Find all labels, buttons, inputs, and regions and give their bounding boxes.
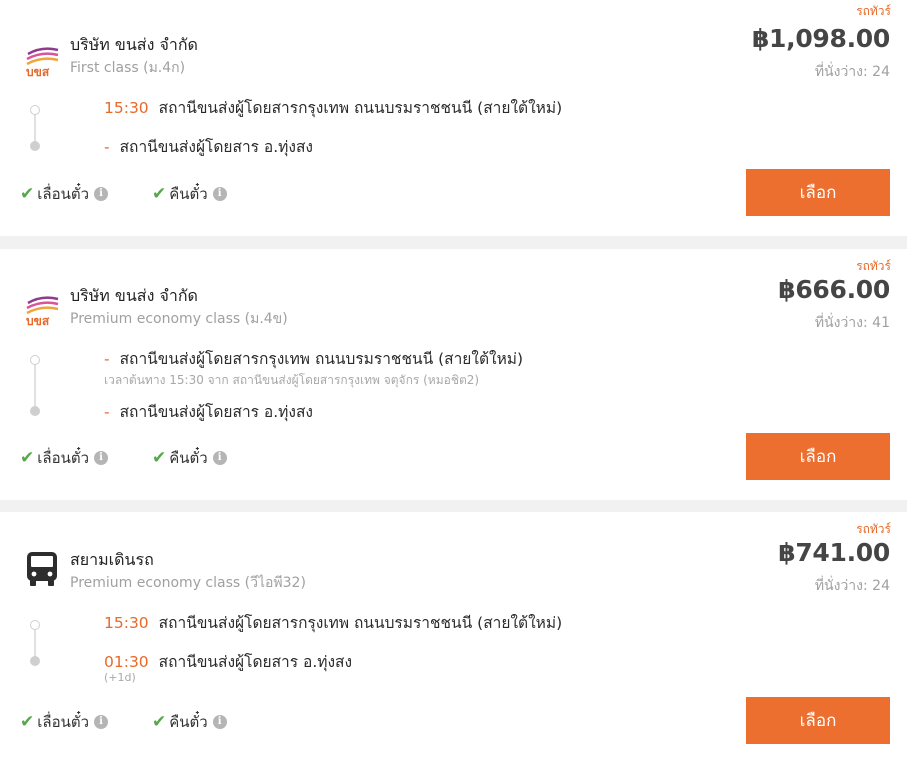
trip-card[interactable]: รถทัวร์ บขส บริษัท ขนส่ง จำกัด Premium e… (0, 249, 907, 500)
arrival-station: สถานีขนส่งผู้โดยสาร อ.ทุ่งสง (158, 653, 353, 671)
svg-text:บขส: บขส (26, 65, 50, 79)
info-icon[interactable]: i (212, 715, 227, 729)
feature-label: คืนตั๋ว (169, 449, 208, 467)
bus-icon (24, 550, 60, 588)
departure-station: สถานีขนส่งผู้โดยสารกรุงเทพ ถนนบรมราชชนนี… (158, 99, 563, 117)
trip-list: รถทัวร์ บขส บริษัท ขนส่ง จำกัด First cla… (0, 0, 907, 761)
seats-available: ที่นั่งว่าง: 41 (814, 315, 890, 331)
destination-dot (30, 406, 40, 416)
origin-dot (30, 355, 40, 365)
arrival-row: - สถานีขนส่งผู้โดยสาร อ.ทุ่งสง (104, 134, 313, 159)
seats-available: ที่นั่งว่าง: 24 (814, 578, 890, 594)
next-day-note: (+1d) (104, 671, 136, 684)
origin-dot (30, 620, 40, 630)
feature-reschedule: ✔ เลื่อนตั๋ว i (20, 446, 108, 470)
feature-refund: ✔ คืนตั๋ว i (152, 710, 227, 734)
route-line (34, 626, 36, 660)
info-icon[interactable]: i (94, 451, 108, 465)
info-icon[interactable]: i (212, 187, 227, 201)
info-icon[interactable]: i (94, 187, 108, 201)
bus-type-label: รถทัวร์ (856, 259, 891, 273)
feature-label: เลื่อนตั๋ว (37, 713, 89, 731)
price: ฿741.00 (778, 538, 890, 567)
arrival-station: สถานีขนส่งผู้โดยสาร อ.ทุ่งสง (119, 138, 313, 156)
departure-station: สถานีขนส่งผู้โดยสารกรุงเทพ ถนนบรมราชชนนี… (158, 614, 563, 632)
company-name: บริษัท ขนส่ง จำกัด (70, 35, 198, 54)
departure-origin-note: เวลาต้นทาง 15:30 จาก สถานีขนส่งผู้โดยสาร… (104, 373, 480, 387)
departure-row: 15:30 สถานีขนส่งผู้โดยสารกรุงเทพ ถนนบรมรา… (104, 610, 562, 635)
bus-type-label: รถทัวร์ (856, 522, 891, 536)
bks-logo: บขส (22, 40, 62, 80)
arrival-station: สถานีขนส่งผู้โดยสาร อ.ทุ่งสง (119, 403, 313, 421)
feature-label: เลื่อนตั๋ว (37, 185, 89, 203)
feature-label: คืนตั๋ว (169, 185, 208, 203)
class-name: First class (ม.4ก) (70, 60, 186, 76)
check-icon: ✔ (20, 448, 35, 468)
destination-dot (30, 141, 40, 151)
price: ฿1,098.00 (751, 24, 890, 53)
destination-dot (30, 656, 40, 666)
check-icon: ✔ (152, 448, 167, 468)
check-icon: ✔ (152, 712, 167, 732)
feature-label: เลื่อนตั๋ว (37, 449, 89, 467)
check-icon: ✔ (152, 184, 167, 204)
check-icon: ✔ (20, 712, 35, 732)
trip-card[interactable]: รถทัวร์ สยามเดินรถ Premium economy class… (0, 512, 907, 761)
departure-time: 15:30 (104, 614, 149, 632)
route-line (34, 361, 36, 411)
departure-row: 15:30 สถานีขนส่งผู้โดยสารกรุงเทพ ถนนบรมรา… (104, 95, 562, 120)
arrival-row: - สถานีขนส่งผู้โดยสาร อ.ทุ่งสง (104, 399, 313, 424)
feature-label: คืนตั๋ว (169, 713, 208, 731)
info-icon[interactable]: i (212, 451, 227, 465)
arrival-row: 01:30 สถานีขนส่งผู้โดยสาร อ.ทุ่งสง (104, 649, 352, 674)
seats-available: ที่นั่งว่าง: 24 (814, 64, 890, 80)
class-name: Premium economy class (วีไอพี32) (70, 575, 306, 591)
bus-type-label: รถทัวร์ (856, 4, 891, 18)
departure-station: สถานีขนส่งผู้โดยสารกรุงเทพ ถนนบรมราชชนนี… (119, 350, 524, 368)
departure-marker: - (104, 350, 110, 368)
route-line (34, 111, 36, 145)
trip-card[interactable]: รถทัวร์ บขส บริษัท ขนส่ง จำกัด First cla… (0, 0, 907, 236)
arrival-marker: - (104, 403, 110, 421)
select-button[interactable]: เลือก (746, 433, 890, 480)
company-name: บริษัท ขนส่ง จำกัด (70, 286, 198, 305)
select-button[interactable]: เลือก (746, 697, 890, 744)
origin-dot (30, 105, 40, 115)
arrival-time: 01:30 (104, 653, 149, 671)
company-name: สยามเดินรถ (70, 550, 154, 569)
feature-reschedule: ✔ เลื่อนตั๋ว i (20, 182, 108, 206)
departure-row: - สถานีขนส่งผู้โดยสารกรุงเทพ ถนนบรมราชชนน… (104, 346, 523, 371)
feature-refund: ✔ คืนตั๋ว i (152, 446, 227, 470)
class-name: Premium economy class (ม.4ข) (70, 311, 288, 327)
bks-logo: บขส (22, 289, 62, 329)
price: ฿666.00 (778, 275, 890, 304)
select-button[interactable]: เลือก (746, 169, 890, 216)
departure-time: 15:30 (104, 99, 149, 117)
arrival-marker: - (104, 138, 110, 156)
feature-refund: ✔ คืนตั๋ว i (152, 182, 227, 206)
svg-text:บขส: บขส (26, 314, 50, 328)
feature-reschedule: ✔ เลื่อนตั๋ว i (20, 710, 108, 734)
info-icon[interactable]: i (94, 715, 108, 729)
check-icon: ✔ (20, 184, 35, 204)
